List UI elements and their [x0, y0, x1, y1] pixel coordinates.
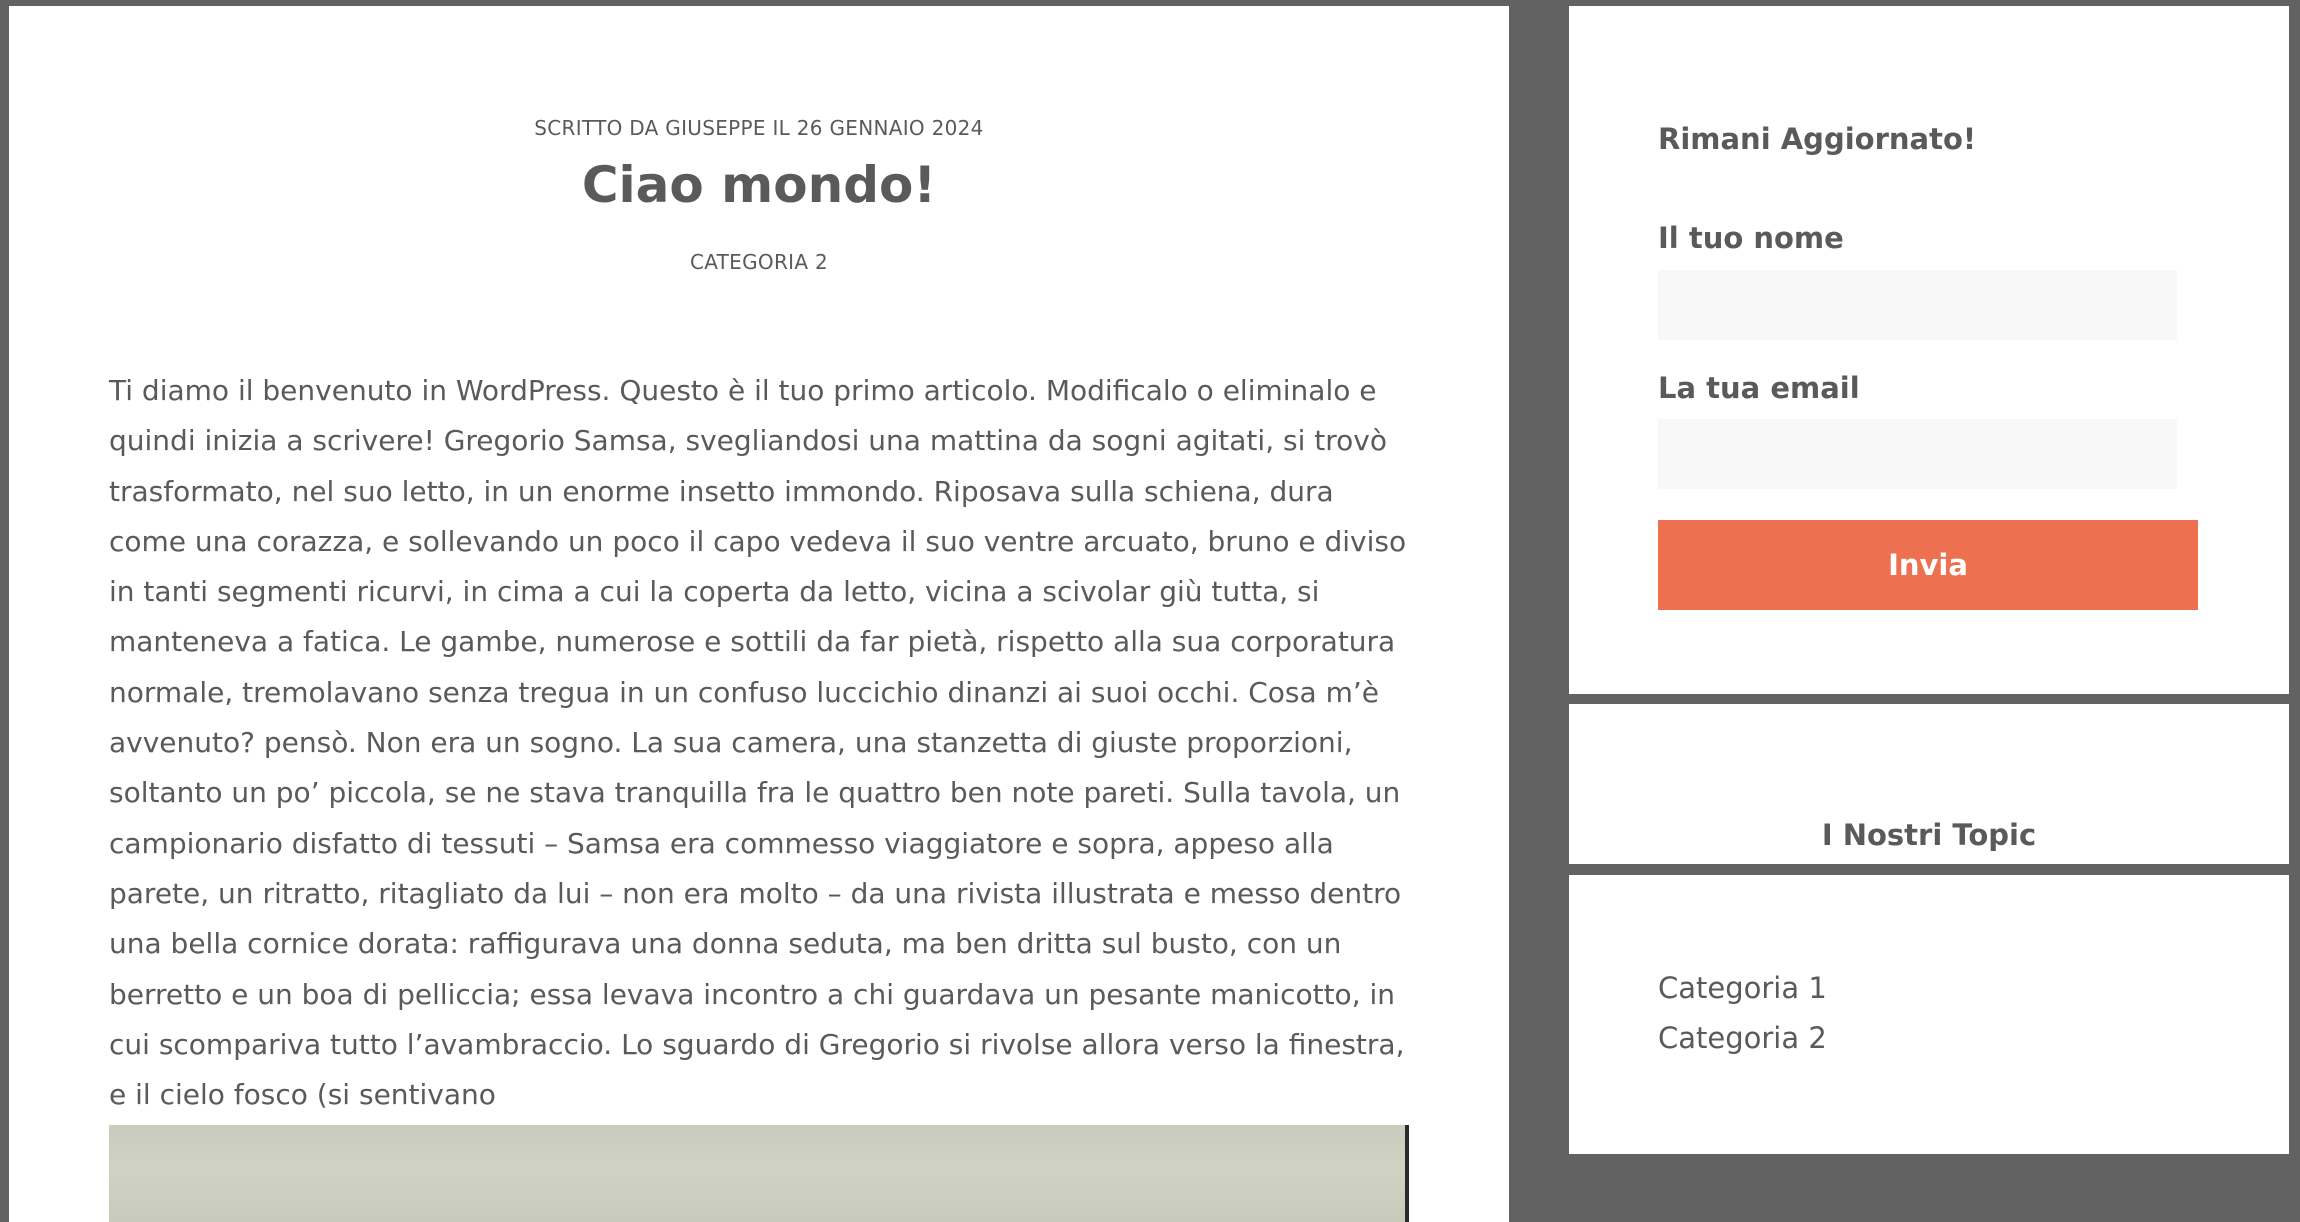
post-image	[109, 1125, 1409, 1222]
topics-list-widget: Categoria 1 Categoria 2	[1569, 875, 2289, 1154]
topic-item: Categoria 2	[1658, 1013, 1827, 1063]
topics-title: I Nostri Topic	[1821, 818, 2037, 852]
email-label: La tua email	[1658, 371, 1860, 405]
post-category-link[interactable]: CATEGORIA 2	[690, 250, 828, 274]
topics-title-widget: I Nostri Topic	[1569, 704, 2289, 864]
post-article: SCRITTO DA GIUSEPPE IL 26 GENNAIO 2024 C…	[9, 6, 1509, 1222]
newsletter-heading: Rimani Aggiornato!	[1658, 122, 1977, 156]
post-category: CATEGORIA 2	[9, 250, 1509, 274]
post-title: Ciao mondo!	[581, 156, 937, 214]
post-meta: SCRITTO DA GIUSEPPE IL 26 GENNAIO 2024	[9, 116, 1509, 140]
topic-link-categoria-1[interactable]: Categoria 1	[1658, 971, 1827, 1005]
name-input[interactable]	[1658, 270, 2177, 340]
topic-link-categoria-2[interactable]: Categoria 2	[1658, 1021, 1827, 1055]
topics-list: Categoria 1 Categoria 2	[1658, 963, 1827, 1063]
post-meta-link[interactable]: SCRITTO DA GIUSEPPE IL 26 GENNAIO 2024	[534, 116, 983, 140]
email-input[interactable]	[1658, 419, 2177, 489]
submit-button[interactable]: Invia	[1658, 520, 2198, 610]
page: SCRITTO DA GIUSEPPE IL 26 GENNAIO 2024 C…	[0, 0, 2300, 1222]
name-label: Il tuo nome	[1658, 221, 1844, 255]
topic-item: Categoria 1	[1658, 963, 1827, 1013]
post-body: Ti diamo il benvenuto in WordPress. Ques…	[109, 374, 1407, 1112]
newsletter-widget: Rimani Aggiornato! Il tuo nome La tua em…	[1569, 6, 2289, 694]
